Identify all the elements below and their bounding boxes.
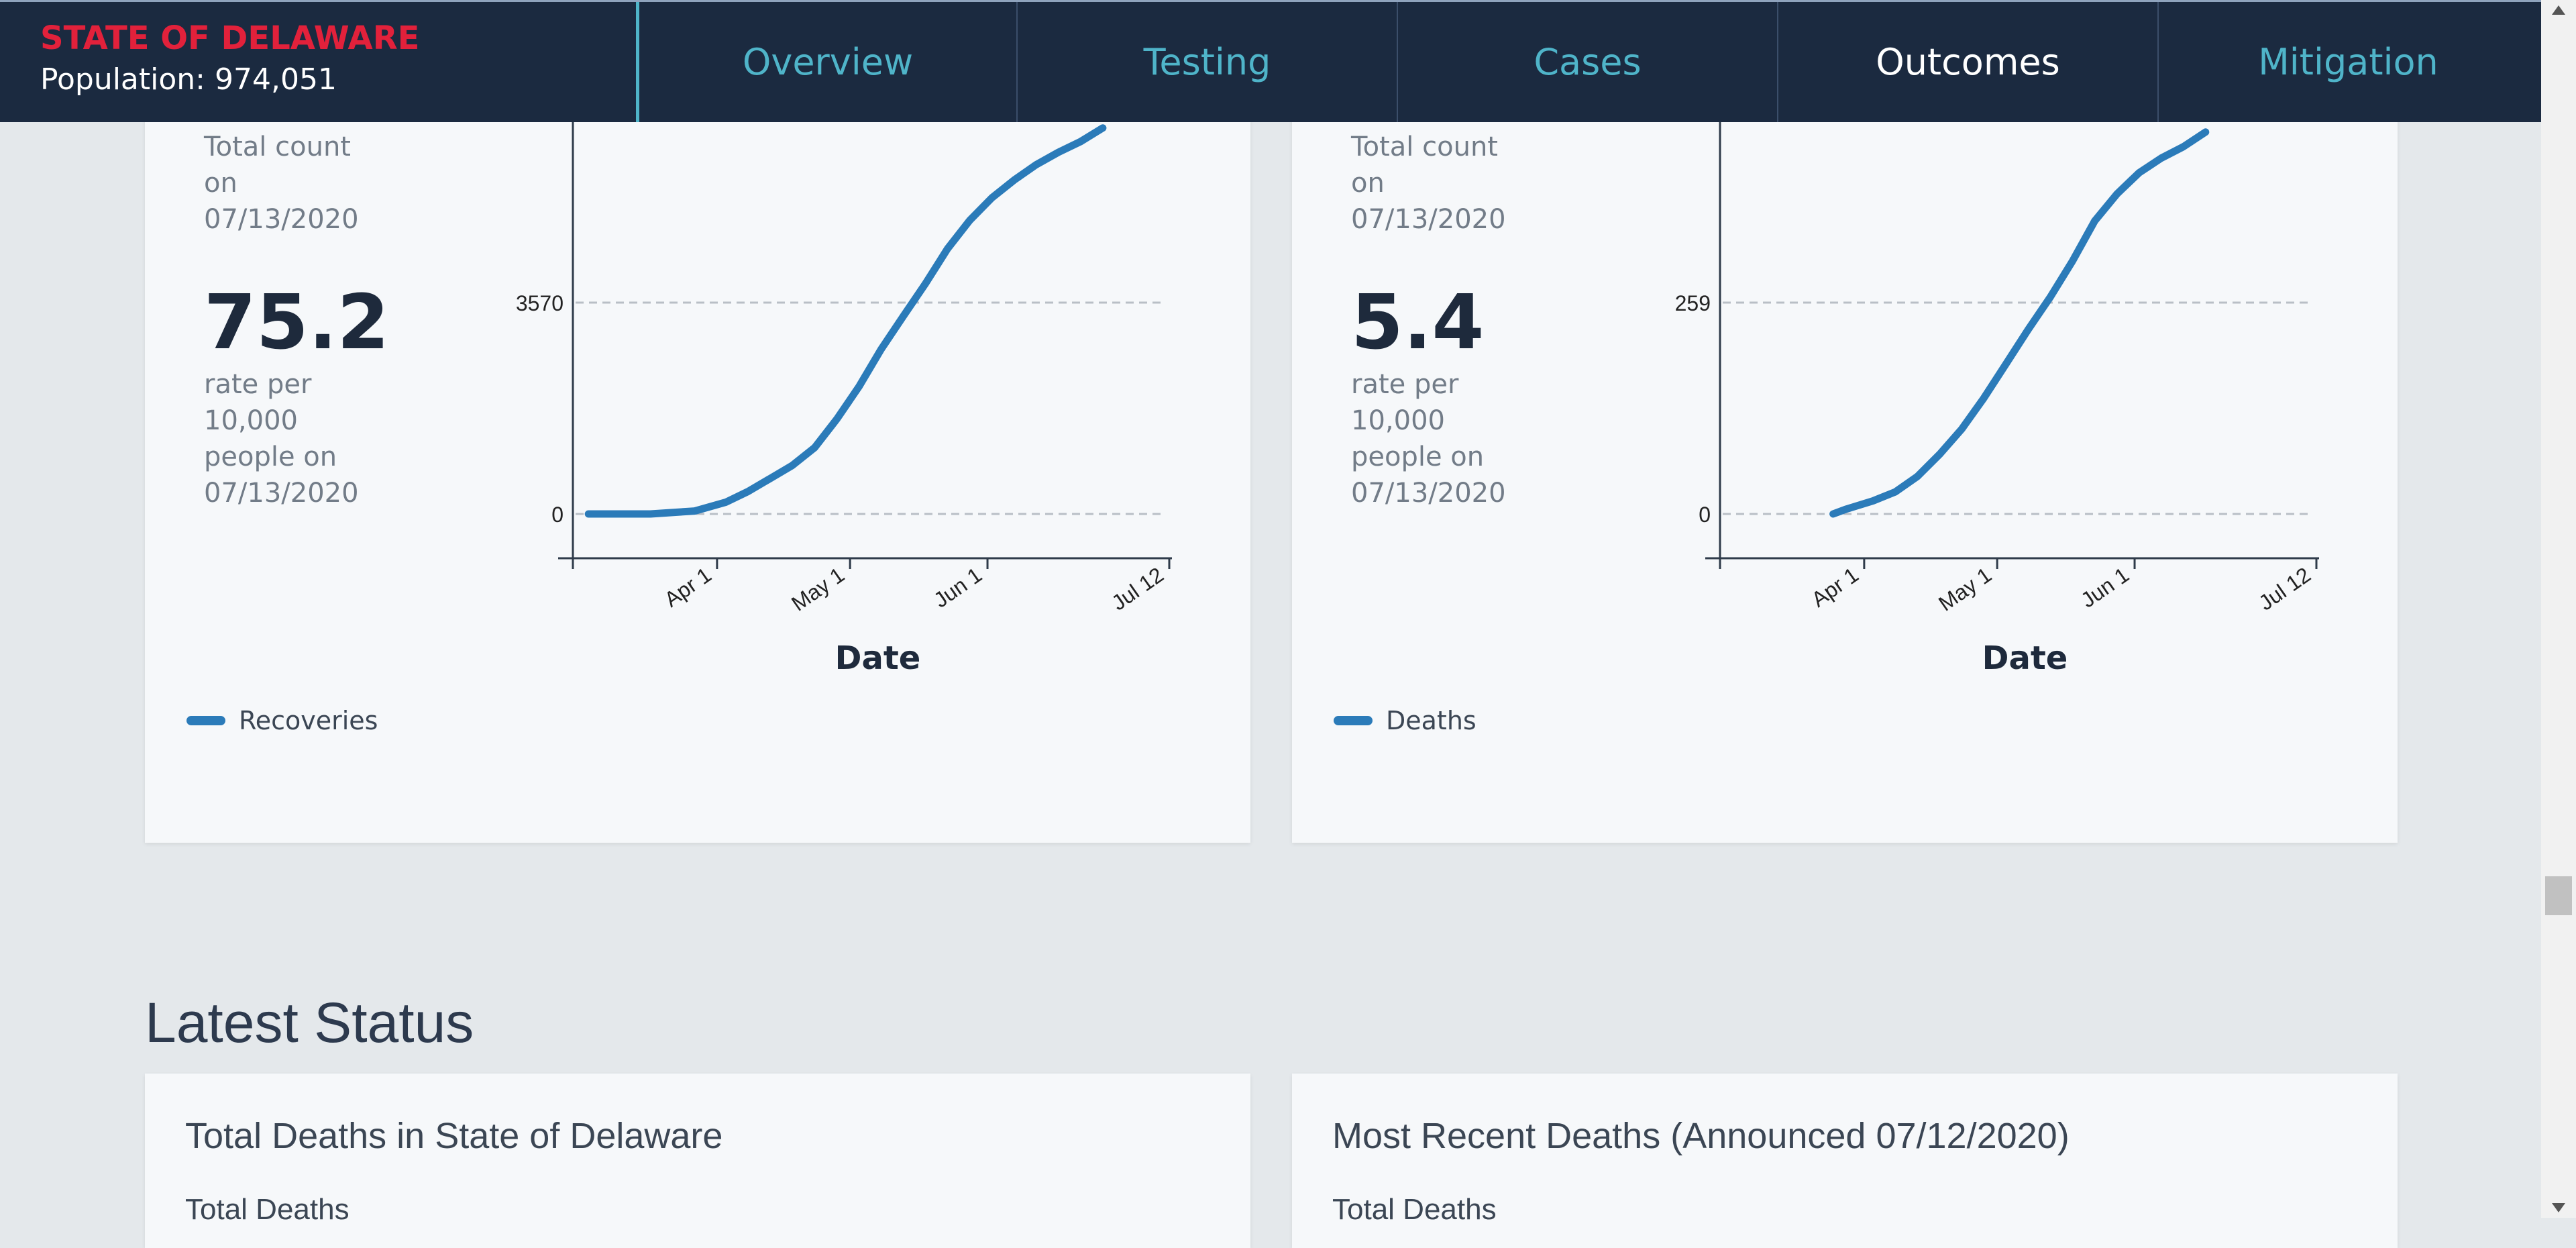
y-tick-label: 0 <box>551 503 564 527</box>
total-deaths-subtitle: Total Deaths <box>185 1193 350 1226</box>
section-nav: Overview Testing Cases Outcomes Mitigati… <box>636 2 2538 122</box>
recent-deaths-subtitle: Total Deaths <box>1332 1193 1497 1226</box>
recent-deaths-title: Most Recent Deaths (Announced 07/12/2020… <box>1332 1116 2070 1156</box>
x-tick-label: Jun 1 <box>2076 562 2133 612</box>
total-deaths-card: Total Deaths in State of Delaware Total … <box>145 1074 1250 1248</box>
state-brand: STATE OF DELAWARE Population: 974,051 <box>40 19 419 97</box>
x-tick-label: May 1 <box>1934 562 1996 615</box>
top-header: STATE OF DELAWARE Population: 974,051 Ov… <box>0 0 2541 122</box>
scroll-down-arrow-icon[interactable] <box>2552 1203 2565 1212</box>
deaths-legend[interactable]: Deaths <box>1334 706 1477 735</box>
legend-label: Recoveries <box>239 706 378 735</box>
recoveries-card: Total count on 07/13/2020 75.2 rate per … <box>145 0 1250 843</box>
x-axis-title: Date <box>1982 639 2068 677</box>
legend-label: Deaths <box>1386 706 1477 735</box>
x-axis-title: Date <box>835 639 921 677</box>
x-tick-label: Jun 1 <box>929 562 986 612</box>
x-tick-label: Jul 12 <box>2254 562 2315 615</box>
tab-outcomes[interactable]: Outcomes <box>1777 2 2157 122</box>
legend-line-swatch <box>186 716 225 725</box>
x-tick-label: May 1 <box>787 562 849 615</box>
state-title: STATE OF DELAWARE <box>40 19 420 57</box>
legend-line-swatch <box>1334 716 1373 725</box>
y-tick-label: 3570 <box>516 291 564 315</box>
tab-mitigation[interactable]: Mitigation <box>2157 2 2538 122</box>
series-line-deaths <box>1829 128 2210 518</box>
tab-cases[interactable]: Cases <box>1397 2 1777 122</box>
recoveries-legend[interactable]: Recoveries <box>186 706 378 735</box>
x-tick-label: Apr 1 <box>660 562 716 611</box>
population-label: Population: 974,051 <box>40 62 337 97</box>
recent-deaths-card: Most Recent Deaths (Announced 07/12/2020… <box>1292 1074 2398 1248</box>
page-scrollbar[interactable] <box>2541 0 2576 1218</box>
x-tick-label: Jul 12 <box>1107 562 1168 615</box>
y-tick-label: 0 <box>1699 503 1711 527</box>
total-deaths-title: Total Deaths in State of Delaware <box>185 1116 723 1156</box>
scroll-up-arrow-icon[interactable] <box>2552 5 2565 15</box>
deaths-card: Total count on 07/13/2020 5.4 rate per 1… <box>1292 0 2398 843</box>
scroll-thumb[interactable] <box>2545 876 2572 915</box>
y-tick-label: 259 <box>1675 291 1711 315</box>
x-tick-label: Apr 1 <box>1807 562 1863 611</box>
latest-status-heading: Latest Status <box>145 991 474 1054</box>
series-line-recoveries <box>584 124 1107 518</box>
tab-overview[interactable]: Overview <box>636 2 1016 122</box>
tab-testing[interactable]: Testing <box>1016 2 1397 122</box>
